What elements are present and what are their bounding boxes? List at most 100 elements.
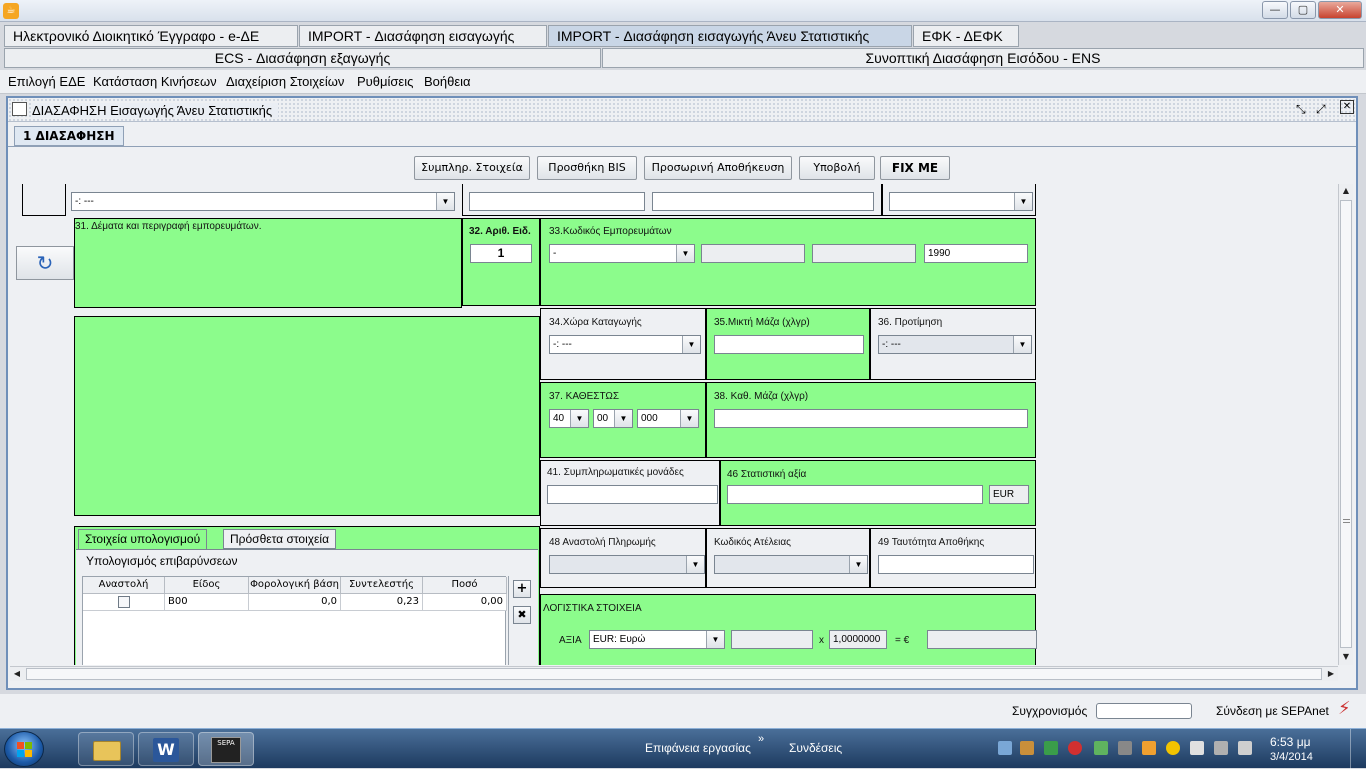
box32-label: 32. Αριθ. Ειδ. (469, 226, 531, 237)
fix-me-button[interactable]: FIX ME (880, 156, 950, 180)
refresh-icon[interactable]: ↻ (16, 246, 74, 280)
payment-suspension-combo[interactable]: ▼ (549, 555, 705, 574)
box31-description[interactable] (74, 316, 540, 516)
row-rate[interactable]: 0,23 (341, 594, 423, 611)
network-icon[interactable] (1214, 741, 1228, 755)
top-right-combo[interactable]: ▼ (889, 192, 1033, 211)
wifi-signal-icon[interactable] (1094, 741, 1108, 755)
value-amount-field[interactable] (731, 630, 813, 649)
procedure-combo-1[interactable]: 40 ▼ (549, 409, 589, 428)
box35-label: 35.Μικτή Μάζα (χλγρ) (714, 317, 810, 328)
exchange-rate-field[interactable]: 1,0000000 (829, 630, 887, 649)
maximize-frame-icon[interactable]: ⤢ (1316, 102, 1326, 117)
row-amount[interactable]: 0,00 (423, 594, 507, 611)
package-icon[interactable] (1020, 741, 1034, 755)
restore-icon[interactable]: ⤡ (1296, 102, 1306, 117)
commodity-field-4[interactable]: 1990 (924, 244, 1028, 263)
volume-icon[interactable] (1238, 741, 1252, 755)
row-base[interactable]: 0,0 (249, 594, 341, 611)
box38-label: 38. Καθ. Μάζα (χλγρ) (714, 391, 809, 402)
col-amount[interactable]: Ποσό (423, 577, 507, 594)
tab-extra-data[interactable]: Πρόσθετα στοιχεία (223, 529, 337, 549)
tab-import-no-stat[interactable]: IMPORT - Διασάφηση εισαγωγής Άνευ Στατισ… (548, 25, 912, 47)
clock-date[interactable]: 3/4/2014 (1270, 751, 1313, 763)
network-share-icon[interactable] (998, 741, 1012, 755)
links-toolbar[interactable]: Συνδέσεις (789, 741, 842, 755)
vertical-scroll-thumb[interactable] (1340, 200, 1352, 648)
sun-icon[interactable] (1166, 741, 1180, 755)
col-rate[interactable]: Συντελεστής (341, 577, 423, 594)
item-number-field[interactable]: 1 (470, 244, 532, 263)
minimize-button[interactable]: — (1262, 1, 1288, 19)
commodity-field-3[interactable] (812, 244, 916, 263)
tools-icon[interactable] (1118, 741, 1132, 755)
top-field-2[interactable] (652, 192, 874, 211)
horizontal-scrollbar[interactable]: ◀ ▶ (10, 666, 1338, 681)
security-icon[interactable] (1068, 741, 1082, 755)
box37-label: 37. ΚΑΘΕΣΤΩΣ (549, 391, 620, 402)
suspension-checkbox[interactable] (118, 596, 130, 608)
drive-icon[interactable] (1044, 741, 1058, 755)
top-field-1[interactable] (469, 192, 645, 211)
submit-button[interactable]: Υποβολή (799, 156, 875, 180)
tab-ecs[interactable]: ECS - Διασάφηση εξαγωγής (4, 48, 601, 68)
flag-icon[interactable] (1190, 741, 1204, 755)
menu-data-management[interactable]: Διαχείριση Στοιχείων (226, 74, 344, 89)
tab-ens[interactable]: Συνοπτική Διασάφηση Εισόδου - ENS (602, 48, 1364, 68)
chevron-down-icon: ▼ (706, 631, 724, 648)
toolbar-chevron[interactable]: » (758, 733, 764, 745)
col-tax-base[interactable]: Φορολογική βάση (249, 577, 341, 594)
currency-combo[interactable]: EUR: Ευρώ ▼ (589, 630, 725, 649)
statistical-value-field[interactable] (727, 485, 983, 504)
scroll-down-icon[interactable]: ▼ (1339, 650, 1353, 664)
fill-data-button[interactable]: Συμπληρ. Στοιχεία (414, 156, 530, 180)
explorer-taskbar-button[interactable] (78, 732, 134, 766)
scroll-left-icon[interactable]: ◀ (10, 667, 24, 681)
maximize-button[interactable]: ▢ (1290, 1, 1316, 19)
procedure-combo-3[interactable]: 000 ▼ (637, 409, 699, 428)
exemption-combo[interactable]: ▼ (714, 555, 868, 574)
delete-row-icon[interactable]: ✖ (513, 606, 531, 624)
commodity-code-combo[interactable]: - ▼ (549, 244, 695, 263)
show-desktop-button[interactable] (1350, 729, 1364, 769)
close-button[interactable]: ✕ (1318, 1, 1362, 19)
start-button[interactable] (4, 731, 44, 767)
menu-help[interactable]: Βοήθεια (424, 74, 471, 89)
net-mass-field[interactable] (714, 409, 1028, 428)
temp-save-button[interactable]: Προσωρινή Αποθήκευση (644, 156, 792, 180)
disconnected-plug-icon[interactable]: ⚡ (1338, 698, 1351, 719)
frame-close-icon[interactable]: ✕ (1340, 100, 1354, 114)
word-taskbar-button[interactable]: W (138, 732, 194, 766)
row-type[interactable]: B00 (165, 594, 249, 611)
tab-efk[interactable]: ΕΦΚ - ΔΕΦΚ (913, 25, 1019, 47)
col-suspension[interactable]: Αναστολή (83, 577, 165, 594)
col-type[interactable]: Είδος (165, 577, 249, 594)
desktop-toolbar[interactable]: Επιφάνεια εργασίας (645, 741, 751, 755)
add-bis-button[interactable]: Προσθήκη BIS (537, 156, 637, 180)
horizontal-scroll-thumb[interactable] (26, 668, 1322, 680)
update-icon[interactable] (1142, 741, 1156, 755)
origin-country-combo[interactable]: -: --- ▼ (549, 335, 701, 354)
supplementary-units-field[interactable] (547, 485, 718, 504)
commodity-field-2[interactable] (701, 244, 805, 263)
sepa-taskbar-button[interactable]: SEPA (198, 732, 254, 766)
scroll-right-icon[interactable]: ▶ (1324, 667, 1338, 681)
tab-e-de[interactable]: Ηλεκτρονικό Διοικητικό Έγγραφο - e-ΔΕ (4, 25, 298, 47)
menu-movements[interactable]: Κατάσταση Κινήσεων (93, 74, 217, 89)
menu-select-ede[interactable]: Επιλογή ΕΔΕ (8, 74, 85, 89)
gross-mass-field[interactable] (714, 335, 864, 354)
warehouse-id-field[interactable] (878, 555, 1034, 574)
vertical-scrollbar[interactable]: ▲ ▼ (1338, 184, 1353, 665)
scroll-up-icon[interactable]: ▲ (1339, 184, 1353, 198)
add-row-icon[interactable]: + (513, 580, 531, 598)
exemption-box: Κωδικός Ατέλειας ▼ (706, 528, 870, 588)
value-label: ΑΞΙΑ (559, 635, 582, 646)
tab-calc-data[interactable]: Στοιχεία υπολογισμού (78, 529, 208, 549)
clock-time[interactable]: 6:53 μμ (1270, 735, 1311, 749)
top-combo[interactable]: -: --- ▼ (71, 192, 455, 211)
procedure-combo-2[interactable]: 00 ▼ (593, 409, 633, 428)
menu-settings[interactable]: Ρυθμίσεις (357, 74, 413, 89)
tab-import[interactable]: IMPORT - Διασάφηση εισαγωγής (299, 25, 547, 47)
tab-declaration[interactable]: 1 ΔΙΑΣΑΦΗΣΗ (14, 126, 124, 146)
preference-combo[interactable]: -: --- ▼ (878, 335, 1032, 354)
